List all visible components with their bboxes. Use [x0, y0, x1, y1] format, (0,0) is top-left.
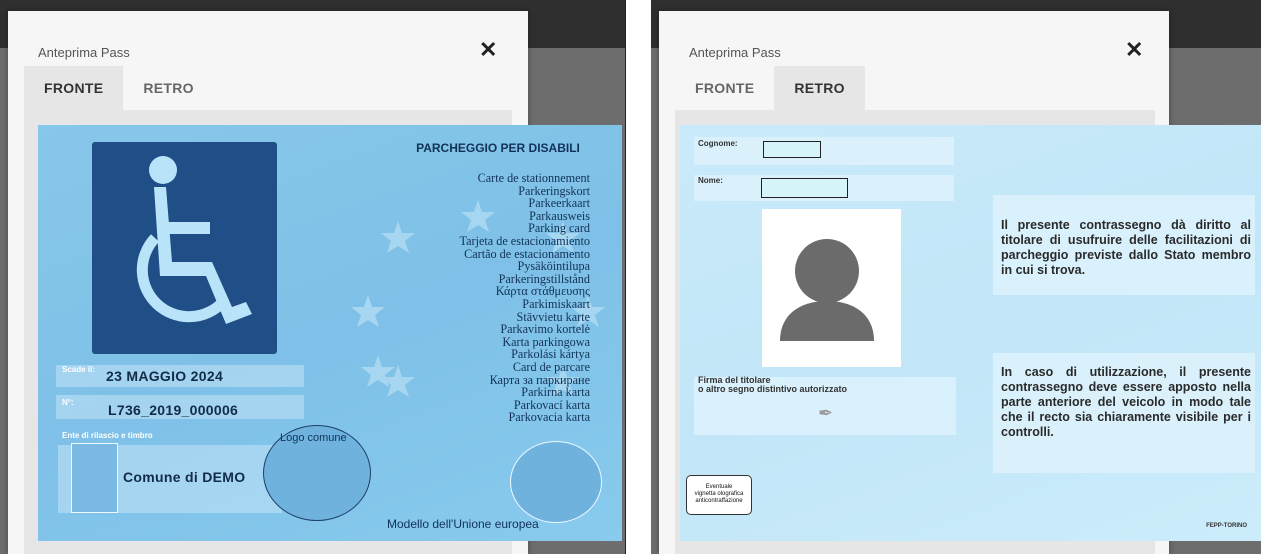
scade-value: 23 MAGGIO 2024: [106, 368, 224, 384]
tab-bar: FRONTE RETRO: [675, 66, 865, 110]
screenshot-root: Anteprima Pass ✕ FRONTE RETRO Anteprima …: [0, 0, 1261, 554]
printer-mark: FEPP-TORINO: [1206, 523, 1247, 529]
tab-retro[interactable]: RETRO: [774, 66, 865, 110]
pass-card-back: Cognome: Nome: Il presente contrassegno …: [680, 125, 1261, 541]
cognome-label: Cognome:: [698, 139, 738, 148]
lang-item: Parkovacia karta: [508, 410, 590, 425]
modal-title: Anteprima Pass: [38, 45, 130, 60]
comune-name: Comune di DEMO: [123, 469, 246, 485]
usage-text: In caso di utilizzazione, il presente co…: [1001, 365, 1251, 439]
close-icon[interactable]: ✕: [479, 39, 497, 61]
stamp-box: [71, 443, 118, 513]
close-icon[interactable]: ✕: [1125, 39, 1143, 61]
pass-card-front: PARCHEGGIO PER DISABILI Carte de station…: [38, 125, 622, 541]
signature-label-2: o altro segno distintivo autorizzato: [698, 384, 848, 394]
lang-item: Parkirna karta: [521, 385, 590, 400]
tab-fronte[interactable]: FRONTE: [675, 66, 774, 110]
cognome-input[interactable]: [763, 141, 821, 158]
lang-item: Parkeerkaart: [528, 196, 590, 211]
card-title: PARCHEGGIO PER DISABILI: [416, 141, 580, 155]
holo-line-3: anticontraffazione: [695, 498, 743, 504]
holo-line-1: Eventuale: [705, 484, 733, 490]
nome-input[interactable]: [761, 178, 848, 198]
number-label: N°:: [62, 398, 74, 407]
lang-item: Pysäköintilupa: [517, 259, 590, 274]
pen-icon: ✒: [818, 403, 834, 423]
tab-bar: FRONTE RETRO: [24, 66, 214, 110]
lang-item: Card de parcare: [512, 359, 590, 374]
lang-item: Parkavimo kortelė: [500, 322, 590, 337]
logo-comune-label: Logo comune: [280, 432, 347, 444]
rights-text: Il presente contrassegno dà diritto al t…: [1001, 218, 1251, 277]
scade-label: Scade il:: [62, 365, 95, 374]
nome-label: Nome:: [698, 176, 723, 185]
number-value: L736_2019_000006: [108, 402, 239, 418]
lang-item: Carte de stationnement: [477, 171, 590, 185]
card-footer: Modello dell'Unione europea: [387, 517, 539, 531]
language-list: Carte de stationnement Parkeringskort Pa…: [338, 172, 590, 424]
seal-circle: [510, 441, 602, 523]
avatar: [762, 209, 901, 367]
holo-line-2: vignetta olografica: [694, 491, 744, 497]
tab-fronte[interactable]: FRONTE: [24, 66, 124, 110]
ente-label: Ente di rilascio e timbro: [62, 431, 153, 440]
modal-title: Anteprima Pass: [689, 45, 781, 60]
tab-retro[interactable]: RETRO: [123, 66, 214, 110]
lang-item: Parkimiskaart: [522, 296, 590, 311]
holo-vignette-box: Eventuale vignetta olografica anticontra…: [686, 475, 752, 515]
wheelchair-icon: [92, 142, 277, 354]
lang-item: Tarjeta de estacionamiento: [459, 233, 590, 248]
